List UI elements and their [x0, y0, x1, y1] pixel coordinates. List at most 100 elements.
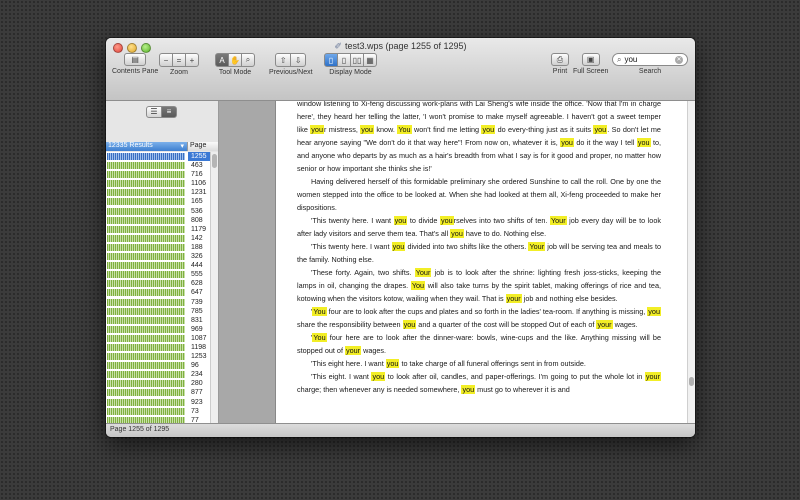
result-row[interactable]: 536 — [106, 207, 218, 216]
search-highlight[interactable]: you — [391, 242, 406, 251]
result-row[interactable]: 1253 — [106, 352, 218, 361]
search-highlight[interactable]: you — [385, 359, 400, 368]
result-row[interactable]: 628 — [106, 279, 218, 288]
result-row[interactable]: 165 — [106, 197, 218, 206]
search-group: ⌕ you ✕ Search — [612, 53, 688, 75]
document-page[interactable]: window listening to Xi-feng discussing w… — [276, 101, 687, 424]
relevance-bar — [107, 398, 185, 406]
results-list[interactable]: 1255 463 716 1106 1231 165 536 808 1179 142 188 326… — [106, 152, 218, 424]
text-tool-button[interactable]: A — [215, 53, 229, 67]
search-highlight[interactable]: You — [312, 307, 327, 316]
zoom-fit-button[interactable]: = — [172, 53, 186, 67]
search-highlight[interactable]: You — [410, 281, 426, 290]
search-results-view-button[interactable]: ≡ — [161, 106, 177, 118]
two-page-mode-button[interactable]: ▯▯ — [350, 53, 364, 67]
search-highlight[interactable]: you — [360, 125, 374, 134]
search-highlight[interactable]: you — [450, 229, 464, 238]
result-row[interactable]: 280 — [106, 379, 218, 388]
result-row[interactable]: 142 — [106, 234, 218, 243]
search-value[interactable]: you — [624, 55, 675, 64]
result-row[interactable]: 326 — [106, 252, 218, 261]
page-column-header[interactable]: Page — [187, 142, 218, 151]
search-highlight[interactable]: you — [647, 307, 661, 316]
result-row[interactable]: 1231 — [106, 188, 218, 197]
search-highlight[interactable]: your — [644, 372, 661, 381]
search-input[interactable]: ⌕ you ✕ — [612, 53, 688, 66]
search-highlight[interactable]: you — [481, 125, 496, 134]
search-highlight[interactable]: Your — [549, 216, 567, 225]
document-paragraph: 'This twenty here. I want you divided in… — [297, 242, 661, 264]
zoom-in-button[interactable]: + — [185, 53, 199, 67]
result-row[interactable]: 73 — [106, 407, 218, 416]
results-scroll-thumb[interactable] — [212, 154, 217, 168]
results-column-header[interactable]: 12335 Results ▾ — [106, 142, 187, 151]
result-row[interactable]: 923 — [106, 398, 218, 407]
result-row[interactable]: 96 — [106, 361, 218, 370]
search-highlight[interactable]: your — [505, 294, 522, 303]
outline-view-button[interactable]: ☰ — [146, 106, 162, 118]
search-highlight[interactable]: you — [371, 372, 386, 381]
result-row[interactable]: 647 — [106, 288, 218, 297]
document-text[interactable]: window listening to Xi-feng discussing w… — [297, 101, 661, 396]
result-row[interactable]: 716 — [106, 170, 218, 179]
result-row[interactable]: 877 — [106, 388, 218, 397]
search-highlight[interactable]: you — [393, 216, 408, 225]
single-page-mode-button[interactable]: ▯ — [324, 53, 338, 67]
relevance-bar — [107, 162, 185, 170]
search-highlight[interactable]: Your — [528, 242, 546, 251]
zoom-out-button[interactable]: − — [159, 53, 173, 67]
result-row[interactable]: 188 — [106, 243, 218, 252]
plus-icon: + — [189, 55, 195, 65]
search-highlight[interactable]: you — [593, 125, 608, 134]
search-highlight[interactable]: you — [310, 125, 324, 134]
scroll-tool-button[interactable]: ✋ — [228, 53, 242, 67]
clear-search-icon[interactable]: ✕ — [675, 55, 683, 64]
search-highlight[interactable]: you — [439, 216, 454, 225]
result-row[interactable]: 1087 — [106, 334, 218, 343]
search-label: Search — [638, 68, 662, 75]
result-row[interactable]: 234 — [106, 370, 218, 379]
result-row[interactable]: 444 — [106, 261, 218, 270]
result-row[interactable]: 1106 — [106, 179, 218, 188]
magnify-tool-button[interactable]: ⌕ — [241, 53, 255, 67]
result-row[interactable]: 969 — [106, 325, 218, 334]
search-highlight[interactable]: Your — [414, 268, 432, 277]
search-highlight[interactable]: you — [636, 138, 651, 147]
search-highlight[interactable]: you — [402, 320, 417, 329]
search-highlight[interactable]: You — [312, 333, 327, 342]
print-button[interactable]: ⎙ — [551, 53, 569, 66]
document-scrollbar[interactable] — [687, 101, 695, 424]
result-row[interactable]: 785 — [106, 307, 218, 316]
relevance-bar — [107, 198, 185, 206]
result-row[interactable]: 463 — [106, 161, 218, 170]
grid-pages-icon: ▦ — [366, 55, 374, 65]
results-scrollbar[interactable] — [210, 152, 218, 424]
search-highlight[interactable]: you — [560, 138, 574, 147]
next-button[interactable]: ⇩ — [290, 53, 307, 67]
relevance-bar — [107, 189, 185, 197]
search-highlight[interactable]: You — [397, 125, 412, 134]
relevance-bar — [107, 298, 185, 306]
search-highlight[interactable]: you — [461, 385, 476, 394]
previous-button[interactable]: ⇧ — [275, 53, 292, 67]
result-row[interactable]: 831 — [106, 316, 218, 325]
continuous-mode-button[interactable]: ▯ — [337, 53, 351, 67]
result-row[interactable]: 555 — [106, 270, 218, 279]
printer-icon: ⎙ — [556, 54, 564, 64]
up-arrow-icon: ⇧ — [279, 55, 287, 65]
status-bar: Page 1255 of 1295 — [106, 423, 695, 437]
search-highlight[interactable]: your — [344, 346, 362, 355]
equals-icon: = — [176, 55, 182, 65]
result-row[interactable]: 739 — [106, 298, 218, 307]
search-highlight[interactable]: your — [596, 320, 613, 329]
single-page-icon: ▯ — [328, 55, 334, 65]
contents-pane-button[interactable]: ▤ — [124, 53, 147, 66]
result-row[interactable]: 1255 — [106, 152, 218, 162]
two-page-continuous-mode-button[interactable]: ▦ — [363, 53, 377, 67]
result-row[interactable]: 808 — [106, 216, 218, 225]
document-scroll-thumb[interactable] — [689, 377, 694, 386]
continuous-page-icon: ▯ — [341, 55, 347, 65]
result-row[interactable]: 1179 — [106, 225, 218, 234]
result-row[interactable]: 1198 — [106, 343, 218, 352]
full-screen-button[interactable]: ▣ — [581, 53, 600, 66]
